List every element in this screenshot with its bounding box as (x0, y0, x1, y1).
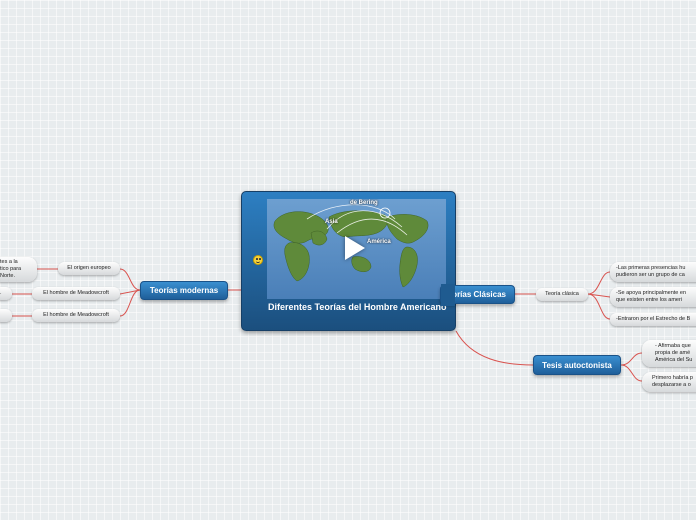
map-label-bering: de Bering (350, 200, 378, 206)
detail-text: tes a la tico para Norte. (0, 259, 22, 279)
detail-meadowcroft-2[interactable] (0, 309, 12, 322)
detail-text: -Las primeras presencias hu pudieron ser… (616, 265, 686, 278)
topic-label: Teorías modernas (149, 286, 219, 295)
detail-meadowcroft-1[interactable]: . (0, 287, 12, 300)
subtopic-label: El hombre de Meadowcroft (43, 312, 109, 319)
detail-origen-europeo[interactable]: tes a la tico para Norte. (0, 257, 37, 282)
subtopic-label: El origen europeo (67, 265, 111, 272)
detail-clasica-2[interactable]: -Se apoya principalmente en que existen … (610, 287, 696, 307)
detail-clasica-3[interactable]: -Entraron por el Estrecho de B (610, 313, 696, 326)
play-icon[interactable] (345, 236, 365, 260)
world-map-image: de Bering Asia América (267, 199, 446, 299)
detail-clasica-1[interactable]: -Las primeras presencias hu pudieron ser… (610, 262, 696, 282)
topic-tesis-autoctonista[interactable]: Tesis autoctonista (533, 355, 621, 375)
detail-autoctonista-2[interactable]: Primero habría p desplazarse a o (642, 372, 696, 392)
central-title: Diferentes Teorías del Hombre Americano (268, 302, 447, 312)
subtopic-teoria-clasica[interactable]: Teoría clásica (536, 288, 588, 301)
detail-text: -Entraron por el Estrecho de B (616, 316, 691, 323)
subtopic-label: El hombre de Meadowcroft (43, 290, 109, 297)
detail-autoctonista-1[interactable]: - Afirmaba que propia de amé América del… (642, 340, 696, 367)
detail-text: -Se apoya principalmente en que existen … (616, 290, 687, 303)
central-topic-edge (441, 284, 455, 306)
subtopic-meadowcroft-2[interactable]: El hombre de Meadowcroft (32, 309, 120, 322)
subtopic-meadowcroft-1[interactable]: El hombre de Meadowcroft (32, 287, 120, 300)
subtopic-label: Teoría clásica (545, 291, 579, 298)
smiley-icon (253, 255, 263, 265)
detail-text: - Afirmaba que propia de amé América del… (655, 343, 693, 363)
detail-text: . (0, 290, 2, 297)
map-label-asia: Asia (325, 219, 338, 225)
central-topic[interactable]: de Bering Asia América Diferentes Teoría… (241, 191, 456, 331)
subtopic-origen-europeo[interactable]: El origen europeo (58, 262, 120, 275)
map-label-america: América (367, 239, 391, 245)
topic-label: Tesis autoctonista (542, 360, 612, 370)
topic-teorias-modernas[interactable]: Teorías modernas (140, 281, 228, 300)
detail-text: Primero habría p desplazarse a o (652, 375, 693, 388)
